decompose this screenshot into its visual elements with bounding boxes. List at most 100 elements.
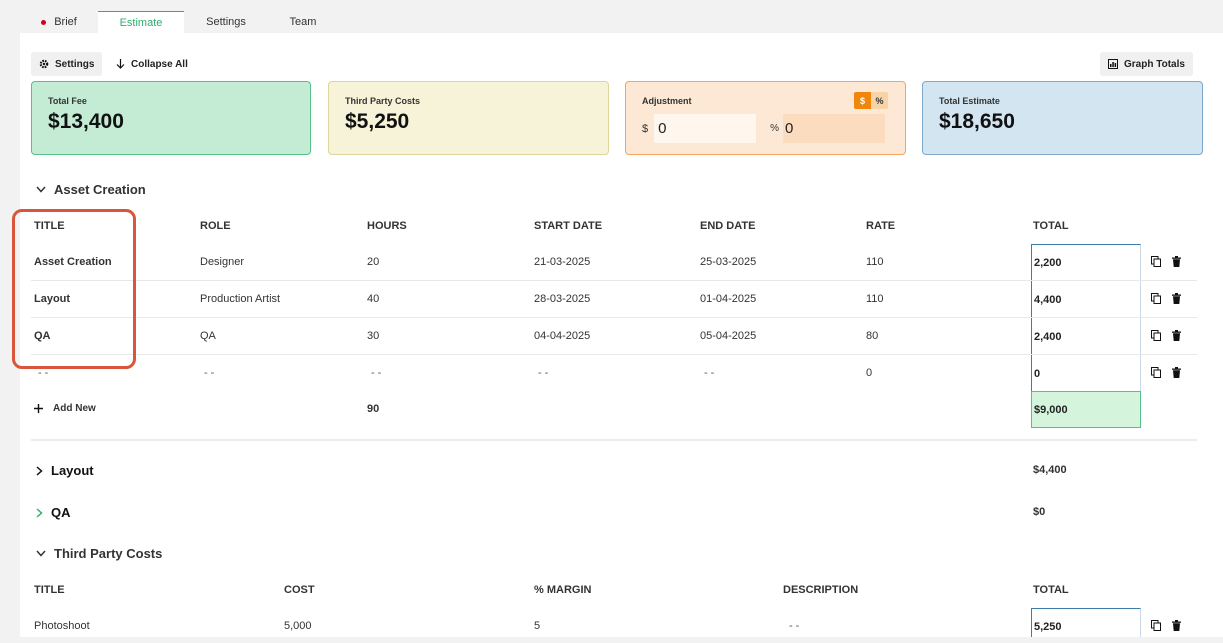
tab-estimate[interactable]: Estimate [98,11,184,33]
asset-creation-section-header[interactable]: Asset Creation [36,182,146,197]
copy-icon[interactable] [1151,367,1161,378]
trash-icon[interactable] [1172,620,1181,631]
copy-icon[interactable] [1151,256,1161,267]
tab-settings[interactable]: Settings [184,11,268,33]
add-new-button[interactable]: Add New [34,403,96,414]
total-fee-value: $13,400 [48,110,124,133]
estimate-panel: Settings Collapse All Graph Totals Total… [20,33,1223,637]
graph-totals-label: Graph Totals [1124,58,1185,70]
tab-brief[interactable]: Brief [20,11,98,33]
copy-icon[interactable] [1151,620,1161,631]
row-actions [1151,330,1181,341]
qa-section-header[interactable]: QA [36,505,71,520]
row-total-cell[interactable]: 2,200 [1031,244,1141,281]
row-hours-cell[interactable]: 40 [367,293,379,305]
row-divider [31,280,1197,281]
row-total-cell[interactable]: 5,250 [1031,608,1141,637]
adjustment-inputs: $ % [642,114,886,143]
adjustment-percent-input[interactable] [783,114,886,143]
third-party-costs-value: $5,250 [345,110,410,133]
chart-icon [1108,59,1118,69]
trash-icon[interactable] [1172,293,1181,304]
adjustment-amount-input[interactable] [654,114,757,143]
row-hours-cell[interactable]: 30 [367,330,379,342]
layout-section-total: $4,400 [1033,464,1067,476]
row-role-cell[interactable]: -- [204,367,217,379]
row-description-cell[interactable]: -- [789,620,802,632]
row-end-date-cell[interactable]: -- [704,367,717,379]
adjustment-dollar-toggle[interactable]: $ [854,92,871,109]
adjustment-card: Adjustment $ % $ % [625,81,906,155]
row-end-date-cell[interactable]: 05-04-2025 [700,330,756,342]
add-new-label: Add New [53,403,96,414]
trash-icon[interactable] [1172,256,1181,267]
total-fee-card: Total Fee $13,400 [31,81,311,155]
gear-icon [39,59,49,69]
chevron-down-icon [36,550,46,557]
row-actions [1151,293,1181,304]
copy-icon[interactable] [1151,293,1161,304]
row-total-cell[interactable]: 2,400 [1031,318,1141,355]
col-header-margin: % MARGIN [534,584,592,596]
total-estimate-label: Total Estimate [939,96,1000,106]
row-actions [1151,367,1181,378]
row-role-cell[interactable]: Designer [200,256,244,268]
layout-section-header[interactable]: Layout [36,463,94,478]
row-divider [31,354,1197,355]
section-title: Asset Creation [54,182,146,197]
row-role-cell[interactable]: QA [200,330,216,342]
tab-team[interactable]: Team [268,11,338,33]
row-hours-cell[interactable]: -- [371,367,384,379]
row-cost-cell[interactable]: 5,000 [284,620,312,632]
row-hours-cell[interactable]: 20 [367,256,379,268]
settings-button-label: Settings [55,58,95,70]
third-party-costs-section-header[interactable]: Third Party Costs [36,546,162,561]
tab-bar: Brief Estimate Settings Team [20,11,338,33]
col-header-title: TITLE [34,584,65,596]
col-header-total: TOTAL [1033,220,1069,232]
row-rate-cell[interactable]: 80 [866,330,878,342]
settings-button[interactable]: Settings [31,52,103,76]
percent-symbol: % [770,123,780,134]
row-start-date-cell[interactable]: 28-03-2025 [534,293,590,305]
trash-icon[interactable] [1172,367,1181,378]
hours-sum: 90 [367,403,380,415]
col-header-total: TOTAL [1033,584,1069,596]
collapse-all-button[interactable]: Collapse All [116,52,188,76]
row-margin-cell[interactable]: 5 [534,620,540,632]
qa-section-total: $0 [1033,506,1046,518]
row-total-cell[interactable]: 0 [1031,355,1141,392]
row-start-date-cell[interactable]: 21-03-2025 [534,256,590,268]
tab-label: Team [289,16,317,28]
tab-label: Settings [206,16,246,28]
arrow-down-icon [116,59,125,69]
tab-label: Estimate [119,16,163,29]
row-rate-cell[interactable]: 110 [866,293,884,305]
title-column-highlight [12,209,136,369]
plus-icon [34,404,43,413]
graph-totals-button[interactable]: Graph Totals [1100,52,1193,76]
row-start-date-cell[interactable]: -- [538,367,551,379]
alert-dot-icon [41,19,47,25]
row-end-date-cell[interactable]: 01-04-2025 [700,293,756,305]
row-end-date-cell[interactable]: 25-03-2025 [700,256,756,268]
chevron-right-icon [36,465,43,476]
section-title: Third Party Costs [54,546,163,561]
section-total-sum: $9,000 [1031,391,1141,428]
copy-icon[interactable] [1151,330,1161,341]
row-total-cell[interactable]: 4,400 [1031,281,1141,318]
adjustment-mode-toggle: $ % [854,92,888,109]
row-start-date-cell[interactable]: 04-04-2025 [534,330,590,342]
row-rate-cell[interactable]: 110 [866,256,884,268]
row-rate-cell[interactable]: 0 [866,367,872,379]
row-actions [1151,256,1181,267]
row-divider [31,317,1197,318]
col-header-end-date: END DATE [700,220,756,232]
collapse-all-label: Collapse All [131,58,188,70]
total-estimate-value: $18,650 [939,110,1015,133]
row-title-cell[interactable]: Photoshoot [34,620,90,632]
row-role-cell[interactable]: Production Artist [200,293,280,305]
adjustment-percent-toggle[interactable]: % [871,92,888,109]
col-header-hours: HOURS [367,220,407,232]
trash-icon[interactable] [1172,330,1181,341]
